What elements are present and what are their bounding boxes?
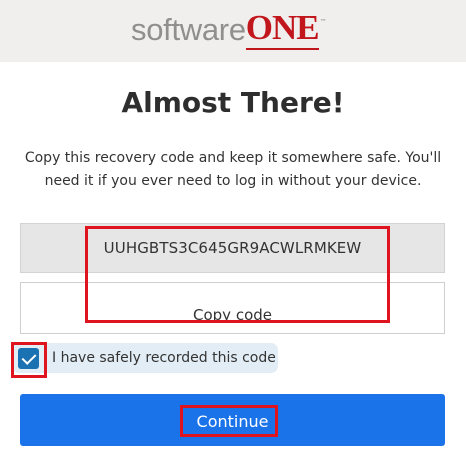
checkmark-icon [21,349,36,365]
recovery-code-box: UUHGBTS3C645GR9ACWLRMKEW [20,223,445,273]
header: software ONE ™ [0,0,466,62]
confirm-checkbox[interactable] [18,348,39,369]
softwareone-logo: software ONE ™ [131,8,327,50]
page-title: Almost There! [121,86,345,119]
continue-label: Continue [196,411,269,431]
logo-trademark: ™ [319,18,327,26]
page-description: Copy this recovery code and keep it some… [24,150,442,189]
copy-code-button[interactable]: Copy code [20,282,445,334]
recovery-code: UUHGBTS3C645GR9ACWLRMKEW [103,239,362,257]
copy-code-label: Copy code [193,306,272,324]
confirm-label[interactable]: I have safely recorded this code [52,350,276,366]
logo-text-software: software [131,12,246,47]
logo-text-one: ONE [245,8,320,50]
continue-button[interactable]: Continue [20,394,445,446]
